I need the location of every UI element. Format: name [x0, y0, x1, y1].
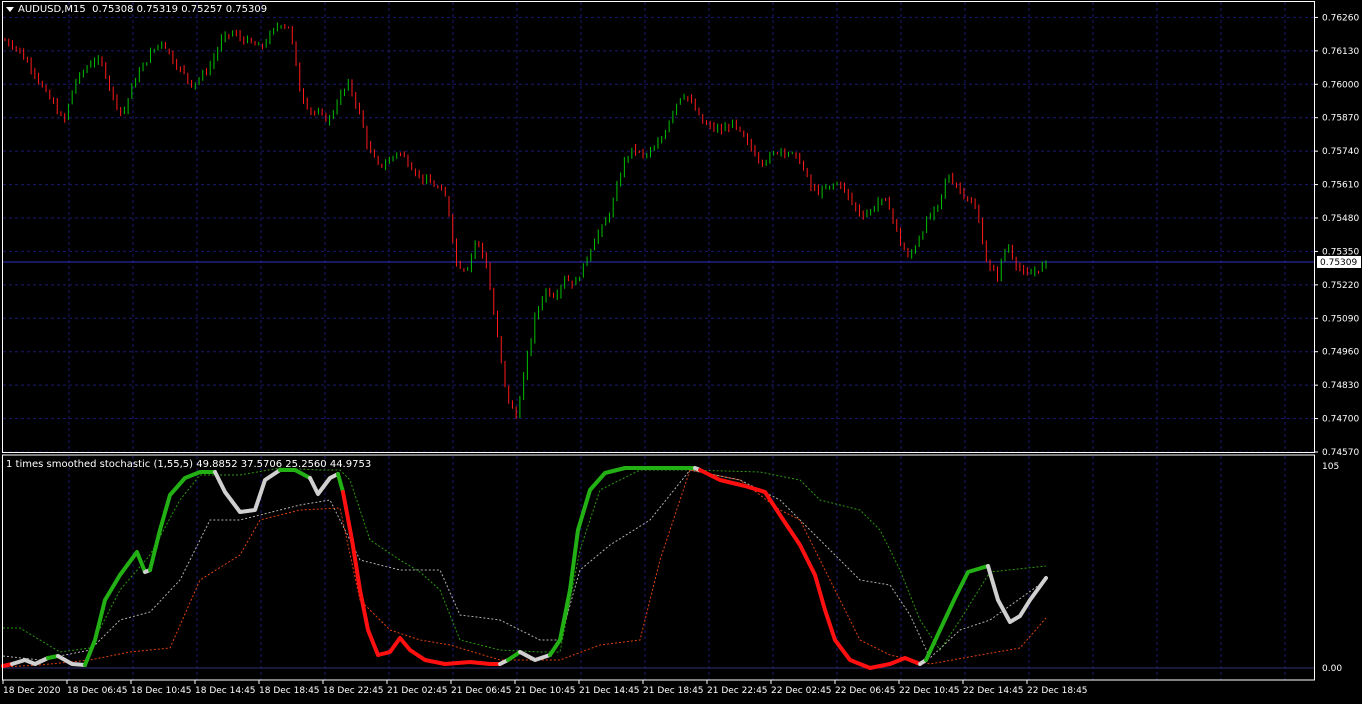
osc-tick-label: 105 [1322, 462, 1339, 472]
price-tick-label: 0.76130 [1322, 47, 1359, 57]
price-chart-header: AUDUSD,M15 0.75308 0.75319 0.75257 0.753… [6, 4, 267, 15]
price-tick-label: 0.74830 [1322, 381, 1359, 391]
price-tick-label: 0.75220 [1322, 281, 1359, 291]
time-tick-label: 21 Dec 06:45 [451, 686, 512, 696]
price-tick-label: 0.74570 [1322, 448, 1359, 458]
time-tick-label: 21 Dec 18:45 [643, 686, 704, 696]
price-tick-label: 0.75740 [1322, 147, 1359, 157]
price-tick-label: 0.76000 [1322, 80, 1359, 90]
osc-tick-label: 0.00 [1322, 664, 1342, 674]
time-tick-label: 18 Dec 14:45 [195, 686, 256, 696]
time-tick-label: 18 Dec 10:45 [131, 686, 192, 696]
time-tick-label: 21 Dec 22:45 [707, 686, 768, 696]
time-tick-label: 21 Dec 10:45 [515, 686, 576, 696]
time-tick-label: 18 Dec 2020 [3, 686, 61, 696]
time-tick-label: 22 Dec 06:45 [835, 686, 896, 696]
price-tick-label: 0.75350 [1322, 247, 1359, 257]
oscillator-header: 1 times smoothed stochastic (1,55,5) 49.… [6, 459, 371, 470]
symbol-label: AUDUSD,M15 [18, 4, 86, 15]
time-tick-label: 22 Dec 18:45 [1027, 686, 1088, 696]
price-tick-label: 0.76260 [1322, 13, 1359, 23]
time-tick-label: 21 Dec 14:45 [579, 686, 640, 696]
time-tick-label: 22 Dec 02:45 [771, 686, 832, 696]
price-tick-label: 0.74700 [1322, 415, 1359, 425]
price-tick-label: 0.75870 [1322, 114, 1359, 124]
price-tick-label: 0.75610 [1322, 181, 1359, 191]
oscillator-label: 1 times smoothed stochastic (1,55,5) 49.… [6, 459, 372, 470]
price-tick-label: 0.75480 [1322, 214, 1359, 224]
time-tick-label: 18 Dec 18:45 [259, 686, 320, 696]
chart-background [0, 0, 1362, 700]
chart-window[interactable]: 0.76260 0.76130 0.76000 0.75870 0.75740 0.756… [0, 0, 1362, 700]
time-tick-label: 18 Dec 22:45 [323, 686, 384, 696]
chart-canvas[interactable]: 0.76260 0.76130 0.76000 0.75870 0.75740 0.756… [0, 0, 1362, 700]
price-tick-label: 0.75090 [1322, 314, 1359, 324]
time-tick-label: 21 Dec 02:45 [387, 686, 448, 696]
collapse-triangle-icon[interactable] [6, 6, 14, 12]
price-tick-label: 0.74960 [1322, 348, 1359, 358]
time-tick-label: 18 Dec 06:45 [67, 686, 128, 696]
ohlc-values: 0.75308 0.75319 0.75257 0.75309 [92, 4, 268, 15]
time-tick-label: 22 Dec 14:45 [963, 686, 1024, 696]
current-price-label: 0.75309 [1320, 258, 1357, 268]
time-tick-label: 22 Dec 10:45 [899, 686, 960, 696]
